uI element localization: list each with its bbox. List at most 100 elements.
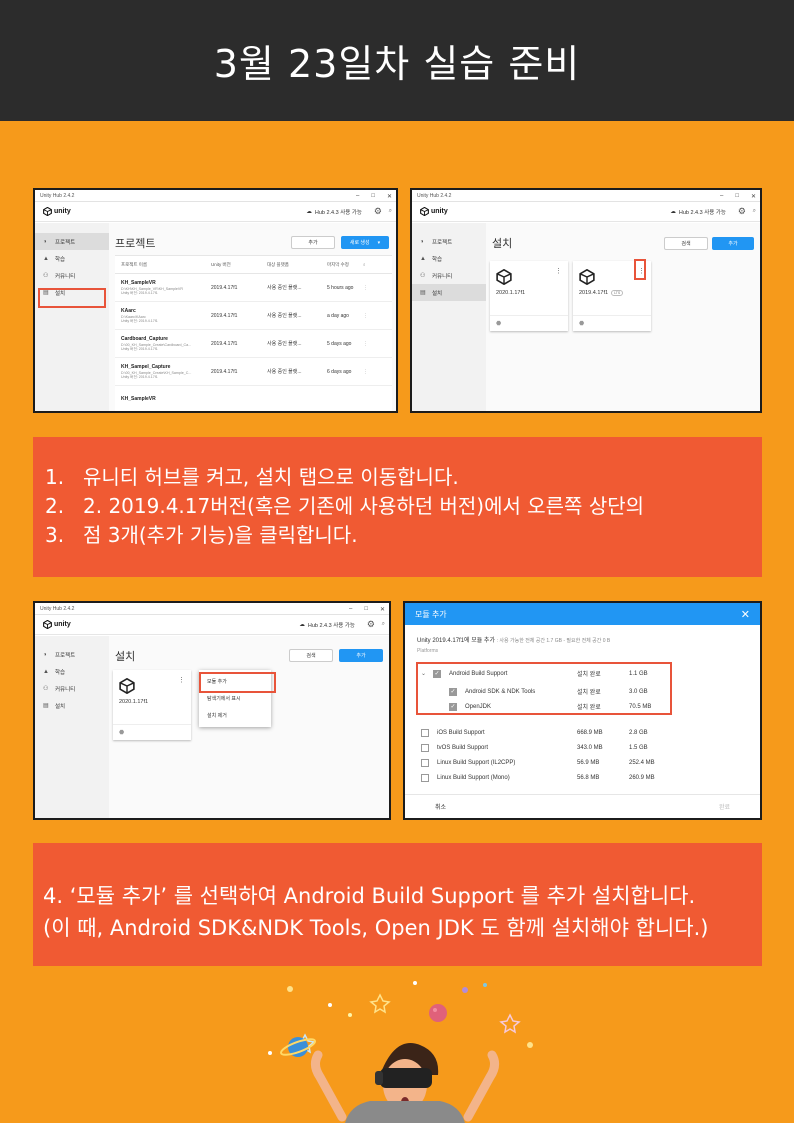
table-row[interactable]: KH_Sampel_Capture D:\00_KH_Sample_Create\… xyxy=(115,358,392,386)
chevron-down-icon[interactable]: ▾ xyxy=(378,240,381,246)
gear-icon[interactable]: ⚙ xyxy=(367,619,375,630)
instructions-panel-2: 4. ‘모듈 추가’ 를 선택하여 Android Build Support … xyxy=(33,843,762,966)
sidebar-item-community[interactable]: ⚇ 커뮤니티 xyxy=(412,267,486,284)
locate-button[interactable]: 검색 xyxy=(289,649,333,662)
add-install-button[interactable]: 추가 xyxy=(712,237,754,250)
unity-logo: unity xyxy=(43,620,71,629)
cloud-download-icon: ☁ xyxy=(670,208,676,215)
maximize-icon[interactable]: □ xyxy=(735,193,739,199)
window-titlebar: Unity Hub 2.4.2 – □ ✕ xyxy=(35,190,396,202)
module-disk-size: 260.9 MB xyxy=(629,774,655,781)
module-disk-size: 1.5 GB xyxy=(629,744,648,751)
highlight-android-modules xyxy=(416,662,672,715)
sidebar-item-installs[interactable]: ▤ 설치 xyxy=(412,284,486,301)
sidebar-item-installs[interactable]: ▤ 설치 xyxy=(35,697,109,714)
project-platform[interactable]: 사용 중인 플랫... xyxy=(267,368,327,375)
unity-logo-icon xyxy=(420,207,429,216)
maximize-icon[interactable]: □ xyxy=(371,193,375,199)
locate-button[interactable]: 검색 xyxy=(664,237,708,250)
modal-title: 모듈 추가 xyxy=(415,609,447,619)
module-download-size: 56.9 MB xyxy=(577,759,600,766)
sidebar-item-community[interactable]: ⚇ 커뮤니티 xyxy=(35,680,109,697)
page-title: 3월 23일차 실습 준비 xyxy=(213,42,581,86)
module-name: iOS Build Support xyxy=(437,729,485,736)
table-row[interactable]: KH_SampleVR xyxy=(115,386,392,411)
section-title: 프로젝트 xyxy=(115,238,156,250)
close-icon[interactable]: ✕ xyxy=(387,193,392,200)
module-row: iOS Build Support 668.9 MB 2.8 GB xyxy=(421,725,751,740)
sidebar-item-community[interactable]: ⚇ 커뮤니티 xyxy=(35,267,109,284)
installs-content: 설치 검색 추가 2020.1.17f1 ⋮ ⬣ 2019.4.17f1 LTS … xyxy=(486,223,760,411)
more-options-icon[interactable]: ⋮ xyxy=(363,369,375,375)
instruction-step: 2. 2. 2019.4.17버전(혹은 기존에 사용하던 버전)에서 오른쪽 상… xyxy=(45,494,645,518)
window-title: Unity Hub 2.4.2 xyxy=(40,605,75,612)
done-button[interactable]: 완료 xyxy=(719,802,730,811)
project-platform[interactable]: 사용 중인 플랫... xyxy=(267,340,327,347)
hub-update-notice[interactable]: ☁ Hub 2.4.3 사용 가능 xyxy=(299,621,355,629)
search-icon[interactable]: ⌕ xyxy=(363,262,375,267)
project-platform[interactable]: 사용 중인 플랫... xyxy=(267,312,327,319)
account-icon[interactable]: ⌕ xyxy=(382,621,385,628)
more-options-icon[interactable]: ⋮ xyxy=(363,341,375,347)
more-options-icon[interactable]: ⋮ xyxy=(178,676,185,684)
planet-icon xyxy=(279,1037,317,1057)
project-version[interactable]: 2019.4.17f1 xyxy=(211,341,267,347)
more-options-icon[interactable]: ⋮ xyxy=(555,267,562,275)
projects-icon: ◑ xyxy=(420,238,424,245)
account-icon[interactable]: ⌕ xyxy=(753,208,756,215)
module-checkbox[interactable] xyxy=(421,743,429,752)
module-checkbox[interactable] xyxy=(421,758,429,767)
projects-table: 프로젝트 이름 Unity 버전 대상 플랫폼 마지막 수정 ⌕ KH_Samp… xyxy=(115,255,392,411)
sidebar-item-projects[interactable]: ◑ 프로젝트 xyxy=(35,646,109,663)
project-version[interactable]: 2019.4.17f1 xyxy=(211,285,267,291)
close-icon[interactable]: ✕ xyxy=(380,606,385,613)
platforms-label: Platforms xyxy=(417,648,439,654)
menu-item-uninstall[interactable]: 설치 제거 xyxy=(199,707,271,724)
table-row[interactable]: KH_SampleVR D:\KH\KH_Sample_VR\KH_SampleV… xyxy=(115,274,392,302)
minimize-icon[interactable]: – xyxy=(720,193,723,199)
maximize-icon[interactable]: □ xyxy=(364,606,368,612)
gear-icon[interactable]: ⚙ xyxy=(374,206,382,217)
community-icon: ⚇ xyxy=(43,272,49,279)
add-install-button[interactable]: 추가 xyxy=(339,649,383,662)
learn-icon: ▲ xyxy=(420,255,426,262)
add-project-button[interactable]: 추가 xyxy=(291,236,335,249)
close-icon[interactable]: ✕ xyxy=(751,193,756,200)
install-card: 2020.1.17f1 ⋮ ⬣ xyxy=(490,261,568,331)
module-name: tvOS Build Support xyxy=(437,744,489,751)
cancel-button[interactable]: 취소 xyxy=(435,802,446,811)
gear-icon[interactable]: ⚙ xyxy=(738,206,746,217)
project-platform[interactable]: 사용 중인 플랫... xyxy=(267,284,327,291)
person-vr-headset xyxy=(310,1043,500,1123)
section-title: 설치 xyxy=(492,238,513,250)
more-options-icon[interactable]: ⋮ xyxy=(363,285,375,291)
module-row: Linux Build Support (IL2CPP) 56.9 MB 252.4… xyxy=(421,755,751,770)
instruction-step: 1. 유니티 허브를 켜고, 설치 탭으로 이동합니다. xyxy=(45,465,459,489)
sidebar-item-learn[interactable]: ▲ 학습 xyxy=(35,663,109,680)
module-checkbox[interactable] xyxy=(421,728,429,737)
sidebar-item-learn[interactable]: ▲ 학습 xyxy=(412,250,486,267)
hub-update-notice[interactable]: ☁ Hub 2.4.3 사용 가능 xyxy=(306,208,362,216)
project-version-label: Unity 버전: 2019.4.17f1 xyxy=(121,374,158,379)
minimize-icon[interactable]: – xyxy=(349,606,352,612)
hub-update-notice[interactable]: ☁ Hub 2.4.3 사용 가능 xyxy=(670,208,726,216)
more-options-icon[interactable]: ⋮ xyxy=(363,313,375,319)
modal-subtitle: Unity 2019.4.17f1에 모듈 추가 : 사용 가능한 전체 공간 … xyxy=(417,638,611,644)
page-header: 3월 23일차 실습 준비 xyxy=(0,0,794,121)
close-icon[interactable]: ✕ xyxy=(741,608,750,621)
project-version-label: Unity 버전: 2019.4.17f1 xyxy=(121,290,158,295)
project-version[interactable]: 2019.4.17f1 xyxy=(211,313,267,319)
screenshot-projects: Unity Hub 2.4.2 – □ ✕ unity ☁ Hub 2.4.3 사용 … xyxy=(33,188,398,413)
sidebar-item-projects[interactable]: ◑ 프로젝트 xyxy=(35,233,109,250)
minimize-icon[interactable]: – xyxy=(356,193,359,199)
module-checkbox[interactable] xyxy=(421,773,429,782)
sidebar-item-projects[interactable]: ◑ 프로젝트 xyxy=(412,233,486,250)
install-version: 2019.4.17f1 LTS xyxy=(579,290,624,296)
table-row[interactable]: Cardboard_Capture D:\00_KH_Sample_Create\… xyxy=(115,330,392,358)
new-project-button[interactable]: 새로 생성 ▾ xyxy=(341,236,389,249)
account-icon[interactable]: ⌕ xyxy=(389,208,392,215)
project-version[interactable]: 2019.4.17f1 xyxy=(211,369,267,375)
sidebar-item-learn[interactable]: ▲ 학습 xyxy=(35,250,109,267)
table-row[interactable]: KAarc D:\Kaarc\KAarc Unity 버전: 2019.4.17f1… xyxy=(115,302,392,330)
dots-decoration xyxy=(268,981,533,1055)
